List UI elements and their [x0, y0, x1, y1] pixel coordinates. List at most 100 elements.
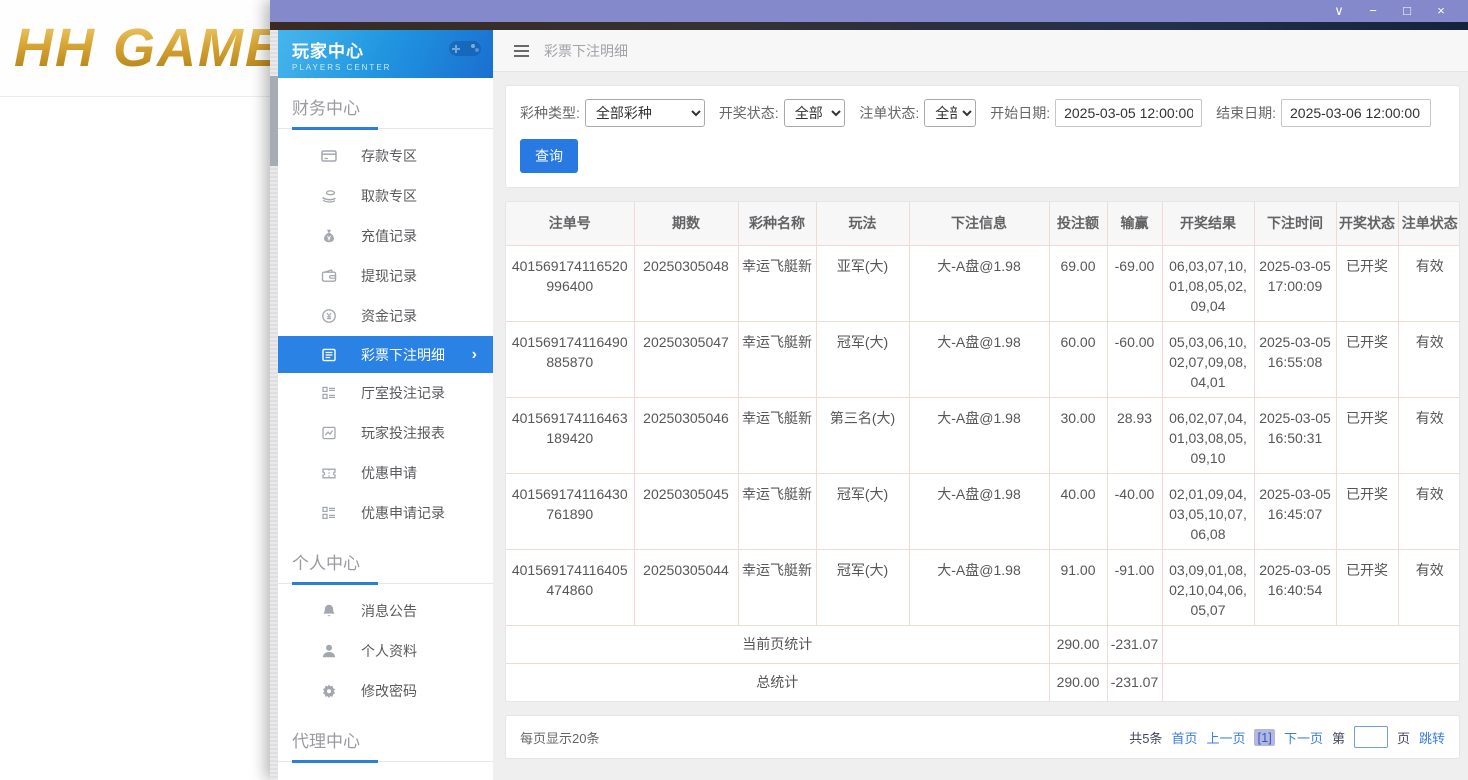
lottery-type-label: 彩种类型: [520, 103, 580, 123]
table-row: 40156917411640547486020250305044幸运飞艇新冠军(… [506, 549, 1460, 625]
cell-bet_status: 有效 [1398, 549, 1460, 625]
cell-bet_no: 401569174116405474860 [506, 549, 634, 625]
gamepad-icon [445, 36, 485, 67]
column-header: 开奖状态 [1336, 202, 1398, 245]
summary-winloss-total: -231.07 [1107, 663, 1162, 701]
draw-status-select[interactable]: 全部 [784, 99, 846, 127]
cell-result: 06,03,07,10,01,08,05,02,09,04 [1162, 245, 1254, 321]
cell-bet_no: 401569174116463189420 [506, 397, 634, 473]
table-row: 40156917411649088587020250305047幸运飞艇新冠军(… [506, 321, 1460, 397]
page-size-label: 每页显示20条 [520, 728, 599, 747]
column-header: 期数 [634, 202, 738, 245]
sidebar-item[interactable]: 厅室投注记录 [278, 373, 493, 413]
cell-lottery: 幸运飞艇新 [738, 245, 816, 321]
cell-lottery: 幸运飞艇新 [738, 321, 816, 397]
jump-button[interactable]: 跳转 [1419, 728, 1445, 747]
cell-result: 06,02,07,04,01,03,08,05,09,10 [1162, 397, 1254, 473]
sidebar-item[interactable]: 彩票下注明细› [278, 336, 493, 373]
maximize-button[interactable]: □ [1390, 0, 1424, 22]
query-button[interactable]: 查询 [520, 139, 578, 173]
chevron-down-button[interactable]: ∨ [1322, 0, 1356, 22]
minimize-button[interactable]: − [1356, 0, 1390, 22]
summary-label: 当前页统计 [506, 625, 1049, 663]
cell-bet_no: 401569174116430761890 [506, 473, 634, 549]
cell-lottery: 幸运飞艇新 [738, 549, 816, 625]
sidebar-section-header: 个人中心 [278, 539, 493, 584]
close-button[interactable]: × [1424, 0, 1458, 22]
sidebar-item-label: 修改密码 [361, 681, 417, 701]
sidebar-item[interactable]: 优惠申请 [278, 453, 493, 493]
cell-winloss: 28.93 [1107, 397, 1162, 473]
next-page-link[interactable]: 下一页 [1284, 728, 1323, 747]
sidebar-item[interactable]: 玩家投注报表 [278, 413, 493, 453]
scrollbar-thumb[interactable] [270, 76, 278, 166]
deposit-card-icon [320, 148, 337, 165]
sidebar-item-label: 厅室投注记录 [361, 383, 445, 403]
bet-status-select[interactable]: 全部 [924, 99, 976, 127]
sidebar-section-header: 代理中心 [278, 717, 493, 762]
table-row: 40156917411646318942020250305046幸运飞艇新第三名… [506, 397, 1460, 473]
sidebar-item[interactable]: 个人资料 [278, 631, 493, 671]
sidebar-item[interactable]: 修改密码 [278, 671, 493, 711]
prev-page-link[interactable]: 上一页 [1206, 728, 1245, 747]
sidebar-item[interactable]: 优惠申请记录 [278, 493, 493, 533]
cell-play: 冠军(大) [816, 321, 909, 397]
sidebar-item[interactable]: 代理规则说明 [278, 769, 493, 780]
cell-amount: 40.00 [1049, 473, 1107, 549]
sidebar-item-label: 资金记录 [361, 306, 417, 326]
first-page-link[interactable]: 首页 [1171, 728, 1197, 747]
cell-lottery: 幸运飞艇新 [738, 397, 816, 473]
window-controls: ∨−□× [1322, 0, 1458, 22]
cell-draw_status: 已开奖 [1336, 549, 1398, 625]
sidebar-item[interactable]: 存款专区 [278, 136, 493, 176]
cell-amount: 91.00 [1049, 549, 1107, 625]
cell-time: 2025-03-05 16:45:07 [1254, 473, 1336, 549]
column-header: 开奖结果 [1162, 202, 1254, 245]
sidebar-item[interactable]: 资金记录 [278, 296, 493, 336]
sidebar-item[interactable]: 提现记录 [278, 256, 493, 296]
column-header: 下注信息 [909, 202, 1049, 245]
start-date-input[interactable] [1055, 99, 1202, 127]
cell-draw_status: 已开奖 [1336, 321, 1398, 397]
cell-winloss: -69.00 [1107, 245, 1162, 321]
filter-panel: 彩种类型: 全部彩种 开奖状态: 全部 注单状态: 全部 开始日期: 结束日期:… [505, 85, 1460, 188]
cell-bet_info: 大-A盘@1.98 [909, 245, 1049, 321]
window-accent-strip [270, 22, 1468, 30]
app-window: ∨−□× 玩家中心 PLAYERS CENTER 财务中心存款专区取 [270, 0, 1468, 780]
sidebar: 玩家中心 PLAYERS CENTER 财务中心存款专区取款专区充值记录提现记录… [278, 30, 493, 780]
hamburger-menu-icon[interactable] [513, 44, 530, 58]
summary-bet-total: 290.00 [1049, 625, 1107, 663]
sidebar-item-label: 充值记录 [361, 226, 417, 246]
table-row: 40156917411652099640020250305048幸运飞艇新亚军(… [506, 245, 1460, 321]
page-summary-row: 当前页统计290.00-231.07 [506, 625, 1460, 663]
cell-amount: 60.00 [1049, 321, 1107, 397]
page-title: 彩票下注明细 [544, 41, 628, 61]
cell-time: 2025-03-05 16:55:08 [1254, 321, 1336, 397]
sidebar-item[interactable]: 取款专区 [278, 176, 493, 216]
sidebar-item[interactable]: 充值记录 [278, 216, 493, 256]
sidebar-item-label: 玩家投注报表 [361, 423, 445, 443]
cell-bet_status: 有效 [1398, 397, 1460, 473]
sidebar-item-label: 优惠申请记录 [361, 503, 445, 523]
coin-icon [320, 308, 337, 325]
lottery-type-select[interactable]: 全部彩种 [585, 99, 705, 127]
table-header-row: 注单号期数彩种名称玩法下注信息投注额输赢开奖结果下注时间开奖状态注单状态 [506, 202, 1460, 245]
draw-status-label: 开奖状态: [719, 103, 779, 123]
sidebar-item-label: 彩票下注明细 [361, 345, 445, 365]
page-jump-input[interactable] [1354, 726, 1388, 748]
column-header: 投注额 [1049, 202, 1107, 245]
sidebar-item[interactable]: 消息公告 [278, 591, 493, 631]
window-scrollbar[interactable] [270, 30, 278, 780]
breadcrumb-bar: 彩票下注明细 [493, 30, 1468, 72]
sidebar-item-label: 优惠申请 [361, 463, 417, 483]
cell-bet_no: 401569174116490885870 [506, 321, 634, 397]
summary-bet-total: 290.00 [1049, 663, 1107, 701]
cell-result: 03,09,01,08,02,10,04,06,05,07 [1162, 549, 1254, 625]
cell-winloss: -40.00 [1107, 473, 1162, 549]
column-header: 注单号 [506, 202, 634, 245]
cell-issue: 20250305045 [634, 473, 738, 549]
column-header: 玩法 [816, 202, 909, 245]
main-content: 彩票下注明细 彩种类型: 全部彩种 开奖状态: 全部 注单状态: 全部 开始日期… [493, 30, 1468, 780]
hh-game-logo: HH GAME [14, 17, 283, 79]
end-date-input[interactable] [1281, 99, 1431, 127]
